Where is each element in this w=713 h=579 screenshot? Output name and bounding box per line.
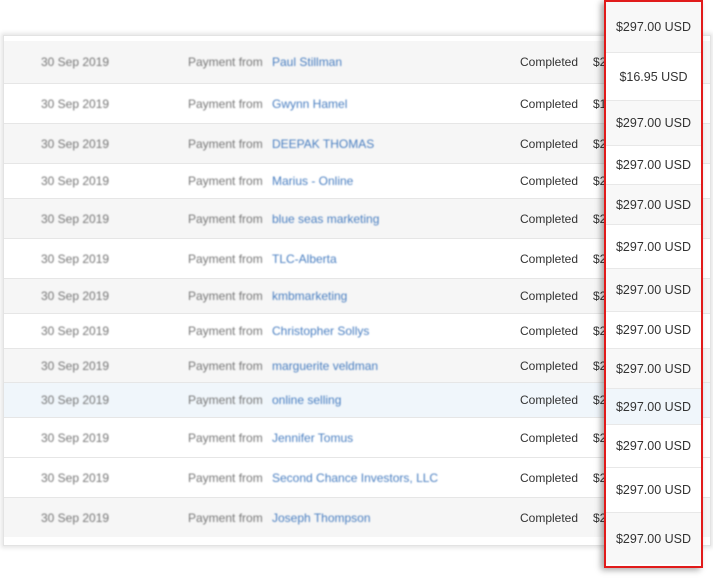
transaction-status: Completed xyxy=(520,96,579,111)
amount-value: $297.00 USD xyxy=(615,323,692,337)
transaction-description: Payment from xyxy=(188,393,263,407)
transaction-date: 30 Sep 2019 xyxy=(41,174,110,188)
transaction-status: Completed xyxy=(520,289,579,303)
transaction-status: Completed xyxy=(520,358,579,373)
transaction-status: Completed xyxy=(520,430,579,445)
amount-cell: $297.00 USD xyxy=(606,424,701,467)
amount-cell: $297.00 USD xyxy=(606,311,701,348)
transaction-status: Completed xyxy=(520,510,579,525)
payer-name-link[interactable]: marguerite veldman xyxy=(272,359,378,373)
payer-name-link[interactable]: Second Chance Investors, LLC xyxy=(272,471,438,485)
transaction-status: Completed xyxy=(520,136,579,151)
transaction-description: Payment from xyxy=(188,211,263,226)
amount-cell: $297.00 USD xyxy=(606,2,701,52)
amount-value: $297.00 USD xyxy=(615,531,692,546)
amount-cell: $297.00 USD xyxy=(606,268,701,311)
transaction-description: Payment from xyxy=(188,324,263,338)
transaction-description: Payment from xyxy=(188,289,263,303)
payer-name-link[interactable]: kmbmarketing xyxy=(272,289,347,303)
transaction-date: 30 Sep 2019 xyxy=(41,136,110,151)
amount-value: $297.00 USD xyxy=(615,20,692,34)
amount-cell: $16.95 USD xyxy=(606,52,701,100)
transaction-status: Completed xyxy=(520,324,579,338)
amount-value: $297.00 USD xyxy=(615,439,692,453)
transaction-description: Payment from xyxy=(188,358,263,373)
amount-cell: $297.00 USD xyxy=(606,145,701,184)
transaction-description: Payment from xyxy=(188,430,263,445)
amount-value: $297.00 USD xyxy=(615,283,692,297)
payer-name-link[interactable]: Paul Stillman xyxy=(272,55,342,69)
transaction-status: Completed xyxy=(520,470,579,485)
transaction-date: 30 Sep 2019 xyxy=(41,324,110,338)
transaction-description: Payment from xyxy=(188,136,263,151)
amount-highlight-panel: $297.00 USD $16.95 USD $297.00 USD $297.00 … xyxy=(604,0,703,568)
payer-name-link[interactable]: blue seas marketing xyxy=(272,212,379,226)
transaction-date: 30 Sep 2019 xyxy=(41,470,110,485)
amount-value: $297.00 USD xyxy=(615,116,692,130)
amount-cell: $297.00 USD xyxy=(606,388,701,424)
amount-value: $297.00 USD xyxy=(615,399,692,414)
payer-name-link[interactable]: DEEPAK THOMAS xyxy=(272,137,374,151)
amount-value: $297.00 USD xyxy=(615,361,692,376)
transaction-status: Completed xyxy=(520,55,579,69)
amount-cell: $297.00 USD xyxy=(606,467,701,512)
transaction-description: Payment from xyxy=(188,55,263,69)
amount-cell: $297.00 USD xyxy=(606,348,701,388)
transaction-date: 30 Sep 2019 xyxy=(41,96,110,111)
payer-name-link[interactable]: Marius - Online xyxy=(272,174,353,188)
transaction-status: Completed xyxy=(520,211,579,226)
transaction-date: 30 Sep 2019 xyxy=(41,251,110,266)
amount-cell: $297.00 USD xyxy=(606,512,701,564)
transaction-date: 30 Sep 2019 xyxy=(41,358,110,373)
transaction-description: Payment from xyxy=(188,96,263,111)
amount-cell: $297.00 USD xyxy=(606,100,701,145)
amount-value: $16.95 USD xyxy=(619,69,688,84)
transaction-date: 30 Sep 2019 xyxy=(41,393,110,407)
amount-value: $297.00 USD xyxy=(615,483,692,497)
amount-value: $297.00 USD xyxy=(615,158,692,172)
transaction-description: Payment from xyxy=(188,470,263,485)
payer-name-link[interactable]: online selling xyxy=(272,393,341,407)
transaction-date: 30 Sep 2019 xyxy=(41,430,110,445)
transaction-status: Completed xyxy=(520,174,579,188)
transaction-date: 30 Sep 2019 xyxy=(41,289,110,303)
transaction-date: 30 Sep 2019 xyxy=(41,211,110,226)
transaction-date: 30 Sep 2019 xyxy=(41,510,110,525)
transaction-description: Payment from xyxy=(188,510,263,525)
payer-name-link[interactable]: TLC-Alberta xyxy=(272,252,337,266)
payer-name-link[interactable]: Christopher Sollys xyxy=(272,324,369,338)
payer-name-link[interactable]: Joseph Thompson xyxy=(272,511,371,525)
amount-value: $297.00 USD xyxy=(615,197,692,212)
payer-name-link[interactable]: Jennifer Tomus xyxy=(272,431,353,445)
transaction-status: Completed xyxy=(520,393,579,407)
payer-name-link[interactable]: Gwynn Hamel xyxy=(272,97,347,111)
amount-cell: $297.00 USD xyxy=(606,224,701,268)
transaction-description: Payment from xyxy=(188,251,263,266)
transaction-description: Payment from xyxy=(188,174,263,188)
amount-value: $297.00 USD xyxy=(615,239,692,254)
amount-cell: $297.00 USD xyxy=(606,184,701,224)
transaction-date: 30 Sep 2019 xyxy=(41,55,110,69)
transaction-status: Completed xyxy=(520,251,579,266)
